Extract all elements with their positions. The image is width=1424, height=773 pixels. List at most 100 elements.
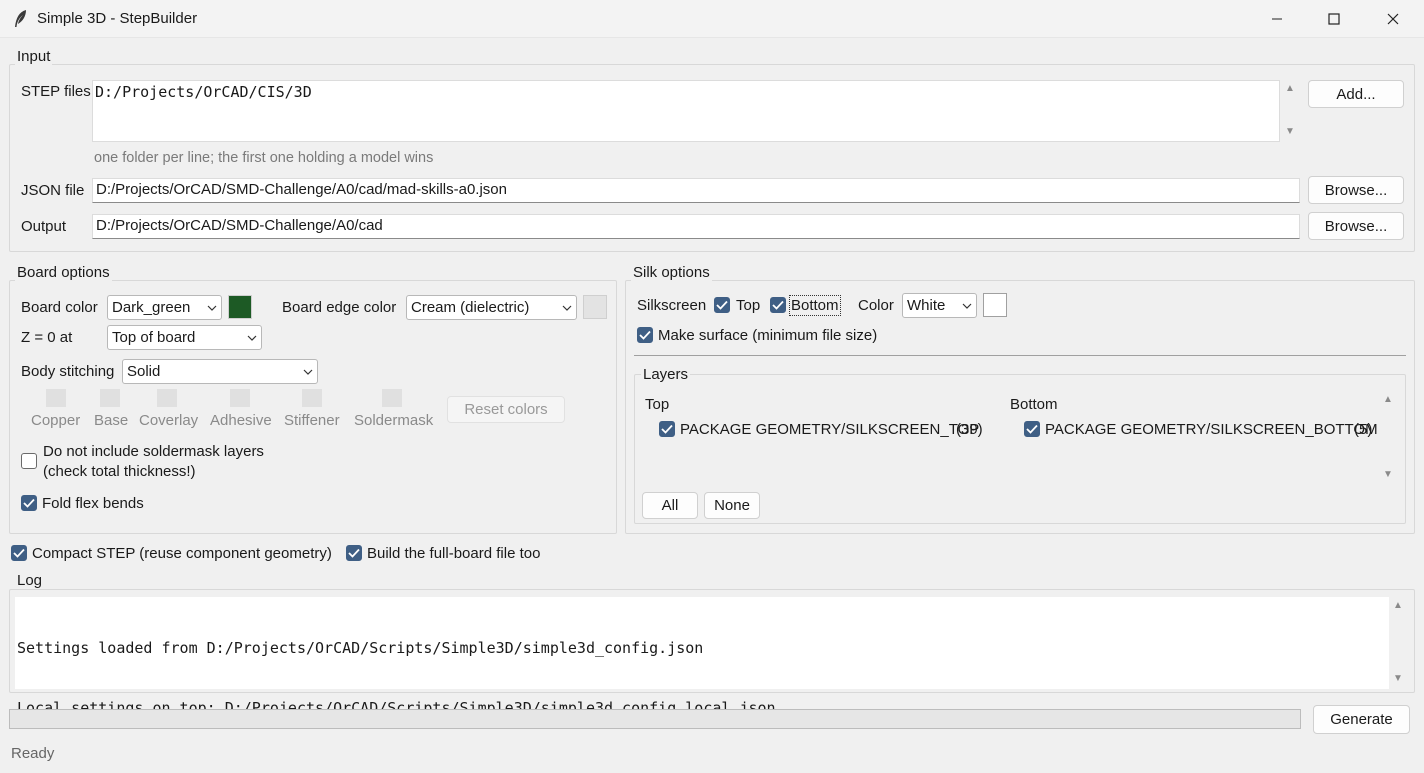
no-soldermask-note: (check total thickness!) [43, 463, 196, 480]
coverlay-label: Coverlay [139, 412, 199, 429]
silk-color-value: White [907, 297, 946, 314]
silk-divider [634, 355, 1406, 356]
select-none-button[interactable]: None [704, 492, 760, 519]
silk-color-select[interactable]: White [902, 293, 977, 318]
make-surface-checkbox[interactable] [637, 327, 653, 343]
minimize-icon [1272, 18, 1282, 20]
z-zero-value: Top of board [112, 329, 196, 346]
board-color-label: Board color [21, 299, 98, 316]
silkscreen-top-layer-label: PACKAGE GEOMETRY/SILKSCREEN_TOP [680, 421, 980, 438]
full-board-label: Build the full-board file too [367, 545, 541, 562]
chevron-down-icon [962, 303, 972, 309]
layers-bottom-header: Bottom [1010, 396, 1058, 413]
log-line: Settings loaded from D:/Projects/OrCAD/S… [17, 639, 704, 657]
silkscreen-bottom-layer-count: (5) [1354, 421, 1373, 438]
copper-swatch[interactable] [46, 389, 66, 407]
soldermask-label: Soldermask [354, 412, 434, 429]
layers-scroll-up-icon[interactable]: ▲ [1383, 394, 1393, 405]
compact-step-label: Compact STEP (reuse component geometry) [32, 545, 332, 562]
log-textarea[interactable]: Settings loaded from D:/Projects/OrCAD/S… [15, 597, 1389, 717]
minimize-button[interactable] [1248, 0, 1306, 38]
adhesive-swatch[interactable] [230, 389, 250, 407]
board-edge-color-value: Cream (dielectric) [411, 299, 530, 316]
silk-top-checkbox[interactable] [714, 297, 730, 313]
board-edge-color-select[interactable]: Cream (dielectric) [406, 295, 577, 320]
generate-button[interactable]: Generate [1313, 705, 1410, 734]
close-button[interactable] [1364, 0, 1422, 38]
soldermask-swatch[interactable] [382, 389, 402, 407]
maximize-button[interactable] [1305, 0, 1363, 38]
checkmark-icon [772, 300, 784, 310]
status-text: Ready [11, 745, 55, 762]
checkmark-icon [23, 498, 35, 508]
z-zero-select[interactable]: Top of board [107, 325, 262, 350]
title-bar[interactable]: Simple 3D - StepBuilder [0, 0, 1424, 38]
base-swatch[interactable] [100, 389, 120, 407]
board-options-legend: Board options [15, 264, 112, 281]
log-scroll-up-icon[interactable]: ▲ [1393, 600, 1403, 611]
json-browse-button[interactable]: Browse... [1308, 176, 1404, 204]
no-soldermask-label: Do not include soldermask layers [43, 443, 264, 460]
scroll-down-icon[interactable]: ▼ [1285, 126, 1295, 137]
full-board-checkbox[interactable] [346, 545, 362, 561]
board-color-swatch[interactable] [228, 295, 252, 319]
stiffener-swatch[interactable] [302, 389, 322, 407]
add-button[interactable]: Add... [1308, 80, 1404, 108]
coverlay-swatch[interactable] [157, 389, 177, 407]
scroll-up-icon[interactable]: ▲ [1285, 83, 1295, 94]
chevron-down-icon [562, 305, 572, 311]
output-browse-button[interactable]: Browse... [1308, 212, 1404, 240]
silkscreen-bottom-layer-label: PACKAGE GEOMETRY/SILKSCREEN_BOTTOM [1045, 421, 1378, 438]
checkmark-icon [639, 330, 651, 340]
layers-scroll-down-icon[interactable]: ▼ [1383, 469, 1393, 480]
reset-colors-button[interactable]: Reset colors [447, 396, 565, 423]
no-soldermask-checkbox[interactable] [21, 453, 37, 469]
chevron-down-icon [247, 335, 257, 341]
step-files-hint: one folder per line; the first one holdi… [94, 150, 434, 166]
compact-step-checkbox[interactable] [11, 545, 27, 561]
silkscreen-top-layer-checkbox[interactable] [659, 421, 675, 437]
silk-color-label: Color [858, 297, 894, 314]
silk-color-swatch[interactable] [983, 293, 1007, 317]
body-stitching-label: Body stitching [21, 363, 115, 380]
step-files-label: STEP files [21, 83, 91, 100]
close-icon [1387, 13, 1399, 25]
silk-top-label: Top [736, 297, 761, 314]
checkmark-icon [1026, 424, 1038, 434]
progress-bar [9, 709, 1301, 729]
output-label: Output [21, 218, 67, 235]
step-files-textarea[interactable]: D:/Projects/OrCAD/CIS/3D [92, 80, 1280, 142]
adhesive-label: Adhesive [210, 412, 272, 429]
window-title: Simple 3D - StepBuilder [37, 10, 198, 27]
fold-flex-checkbox[interactable] [21, 495, 37, 511]
checkmark-icon [716, 300, 728, 310]
output-input[interactable]: D:/Projects/OrCAD/SMD-Challenge/A0/cad [92, 214, 1300, 239]
silkscreen-bottom-layer-checkbox[interactable] [1024, 421, 1040, 437]
silkscreen-top-layer-count: (39) [956, 421, 983, 438]
silk-bottom-checkbox[interactable] [770, 297, 786, 313]
fold-flex-label: Fold flex bends [42, 495, 144, 512]
layers-top-header: Top [645, 396, 670, 413]
select-all-button[interactable]: All [642, 492, 698, 519]
board-edge-color-swatch[interactable] [583, 295, 607, 319]
log-legend: Log [15, 572, 45, 589]
silk-options-legend: Silk options [631, 264, 712, 281]
stiffener-label: Stiffener [284, 412, 340, 429]
silkscreen-label: Silkscreen [637, 297, 707, 314]
body-stitching-value: Solid [127, 363, 161, 380]
board-color-value: Dark_green [112, 299, 191, 316]
make-surface-label: Make surface (minimum file size) [658, 327, 878, 344]
chevron-down-icon [207, 305, 217, 311]
input-legend: Input [15, 48, 53, 65]
log-scroll-down-icon[interactable]: ▼ [1393, 673, 1403, 684]
json-file-input[interactable]: D:/Projects/OrCAD/SMD-Challenge/A0/cad/m… [92, 178, 1300, 203]
body-stitching-select[interactable]: Solid [122, 359, 318, 384]
board-color-select[interactable]: Dark_green [107, 295, 222, 320]
layers-legend: Layers [641, 366, 691, 383]
json-file-label: JSON file [21, 182, 85, 199]
chevron-down-icon [303, 369, 313, 375]
base-label: Base [94, 412, 129, 429]
checkmark-icon [348, 548, 360, 558]
checkmark-icon [13, 548, 25, 558]
copper-label: Copper [31, 412, 81, 429]
